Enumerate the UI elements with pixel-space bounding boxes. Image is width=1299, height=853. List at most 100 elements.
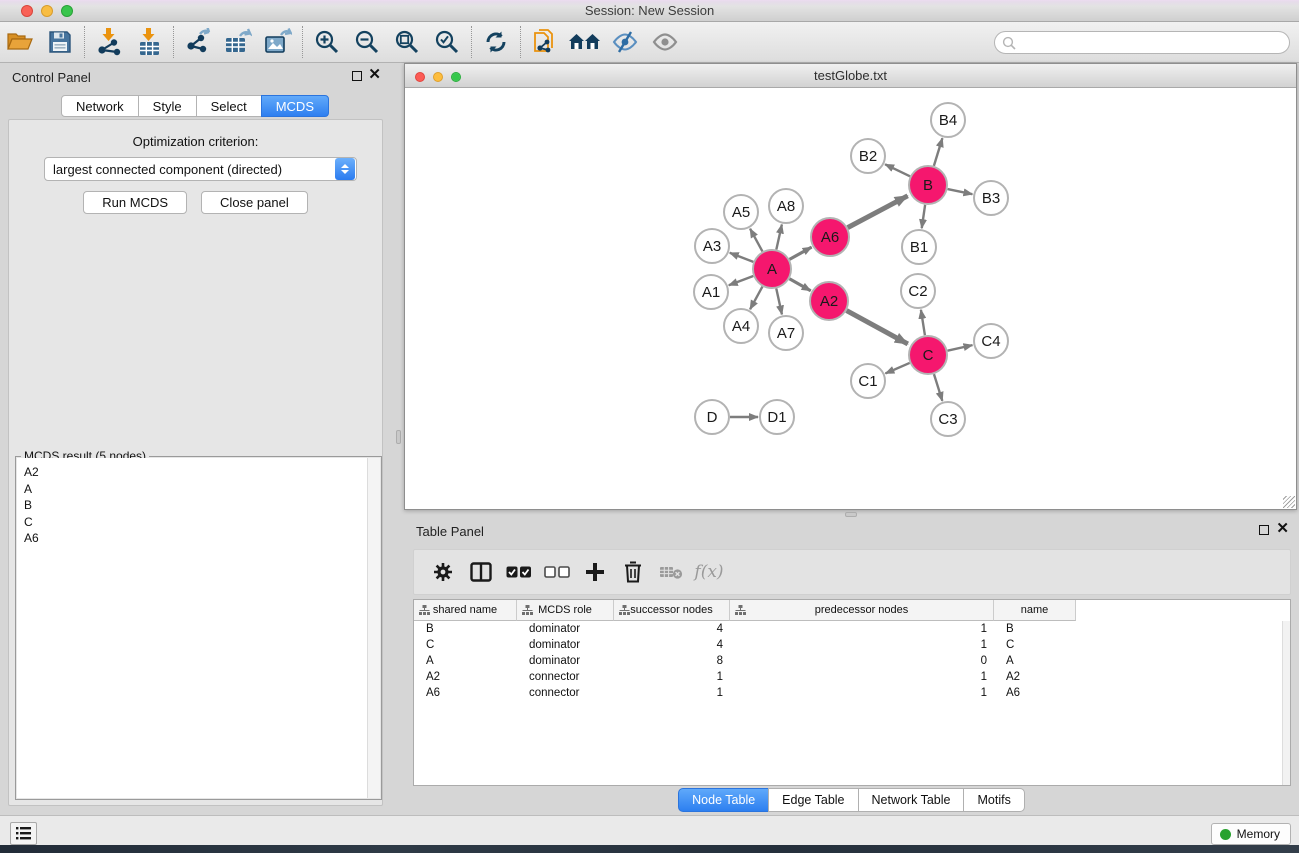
edge-C-C2[interactable]	[921, 310, 925, 335]
node-B3[interactable]: B3	[974, 181, 1008, 215]
node-A7[interactable]: A7	[769, 316, 803, 350]
node-C3[interactable]: C3	[931, 402, 965, 436]
delete-columns-icon[interactable]	[614, 553, 652, 591]
node-C2[interactable]: C2	[901, 274, 935, 308]
node-A[interactable]: A	[753, 250, 791, 288]
zoom-selected-icon[interactable]	[427, 24, 467, 60]
float-table-panel-icon[interactable]	[1259, 524, 1269, 537]
edge-A-A6[interactable]	[790, 247, 812, 259]
select-all-columns-icon[interactable]	[500, 553, 538, 591]
show-panel-icon[interactable]	[645, 24, 685, 60]
edge-A-A7[interactable]	[776, 289, 782, 315]
node-A4[interactable]: A4	[724, 309, 758, 343]
table-scrollbar[interactable]	[1282, 621, 1290, 785]
table-row[interactable]: Cdominator41C	[414, 637, 1290, 653]
result-item[interactable]: A6	[24, 530, 380, 547]
export-image-icon[interactable]	[258, 24, 298, 60]
node-B2[interactable]: B2	[851, 139, 885, 173]
column-header-name[interactable]: name	[994, 600, 1076, 621]
node-C[interactable]: C	[909, 336, 947, 374]
close-panel-icon[interactable]: ✕	[368, 68, 381, 81]
window-resize-grip[interactable]	[1283, 496, 1295, 508]
show-all-networks-icon[interactable]	[565, 24, 605, 60]
hide-panel-icon[interactable]	[605, 24, 645, 60]
result-item[interactable]: B	[24, 497, 380, 514]
table-row[interactable]: A6connector11A6	[414, 685, 1290, 701]
edge-A-A8[interactable]	[776, 225, 782, 250]
tab-network[interactable]: Network	[61, 95, 139, 117]
edge-A-A5[interactable]	[750, 229, 762, 252]
node-D1[interactable]: D1	[760, 400, 794, 434]
close-panel-button[interactable]: Close panel	[201, 191, 308, 214]
column-header-predecessor-nodes[interactable]: predecessor nodes	[730, 600, 994, 621]
add-column-icon[interactable]	[576, 553, 614, 591]
import-table-icon[interactable]	[129, 24, 169, 60]
result-scrollbar[interactable]	[367, 458, 380, 798]
vertical-split-handle[interactable]	[396, 430, 401, 444]
node-A3[interactable]: A3	[695, 229, 729, 263]
float-panel-icon[interactable]	[352, 70, 362, 83]
node-C1[interactable]: C1	[851, 364, 885, 398]
column-header-shared-name[interactable]: shared name	[414, 600, 517, 621]
edge-B-B3[interactable]	[948, 189, 973, 194]
criterion-dropdown[interactable]: largest connected component (directed)	[44, 157, 357, 181]
memory-button[interactable]: Memory	[1211, 823, 1291, 845]
edge-A6-B[interactable]	[848, 196, 908, 228]
horizontal-split-handle[interactable]	[845, 512, 857, 517]
zoom-fit-icon[interactable]	[387, 24, 427, 60]
table-row[interactable]: Bdominator41B	[414, 621, 1290, 637]
edge-C-C3[interactable]	[934, 374, 942, 401]
node-A8[interactable]: A8	[769, 189, 803, 223]
edge-B-B1[interactable]	[922, 205, 925, 228]
node-B1[interactable]: B1	[902, 230, 936, 264]
run-mcds-button[interactable]: Run MCDS	[83, 191, 187, 214]
node-A6[interactable]: A6	[811, 218, 849, 256]
node-D[interactable]: D	[695, 400, 729, 434]
edge-C-C4[interactable]	[948, 345, 973, 351]
delete-table-icon[interactable]	[652, 553, 690, 591]
edge-A-A3[interactable]	[730, 253, 754, 262]
search-field[interactable]	[1016, 36, 1289, 50]
edge-A-A4[interactable]	[750, 287, 762, 310]
tab-motifs[interactable]: Motifs	[963, 788, 1024, 812]
zoom-in-icon[interactable]	[307, 24, 347, 60]
close-table-panel-icon[interactable]: ✕	[1276, 522, 1289, 535]
mcds-result-list[interactable]: A2ABCA6	[17, 458, 380, 798]
task-history-button[interactable]	[10, 822, 37, 845]
unselect-all-columns-icon[interactable]	[538, 553, 576, 591]
search-input[interactable]	[994, 31, 1290, 54]
node-A2[interactable]: A2	[810, 282, 848, 320]
new-network-from-selection-icon[interactable]	[525, 24, 565, 60]
node-B[interactable]: B	[909, 166, 947, 204]
tab-style[interactable]: Style	[138, 95, 197, 117]
edge-B-B2[interactable]	[885, 164, 910, 176]
column-header-successor-nodes[interactable]: successor nodes	[614, 600, 730, 621]
tab-select[interactable]: Select	[196, 95, 262, 117]
edge-C-C1[interactable]	[885, 363, 909, 373]
result-item[interactable]: C	[24, 514, 380, 531]
table-row[interactable]: Adominator80A	[414, 653, 1290, 669]
refresh-icon[interactable]	[476, 24, 516, 60]
export-network-icon[interactable]	[178, 24, 218, 60]
tab-edge-table[interactable]: Edge Table	[768, 788, 858, 812]
edge-A2-C[interactable]	[847, 311, 908, 344]
tab-node-table[interactable]: Node Table	[678, 788, 769, 812]
network-window-titlebar[interactable]: testGlobe.txt	[405, 64, 1296, 88]
column-header-MCDS-role[interactable]: MCDS role	[517, 600, 614, 621]
node-A1[interactable]: A1	[694, 275, 728, 309]
edge-A-A2[interactable]	[789, 279, 810, 291]
save-session-icon[interactable]	[40, 24, 80, 60]
tab-network-table[interactable]: Network Table	[858, 788, 965, 812]
result-item[interactable]: A	[24, 481, 380, 498]
edge-B-B4[interactable]	[934, 138, 943, 166]
node-C4[interactable]: C4	[974, 324, 1008, 358]
table-row[interactable]: A2connector11A2	[414, 669, 1290, 685]
network-canvas[interactable]: B4B2BB3A5A8A6A3AB1A1A2C2A4A7C4CC1C3DD1	[405, 88, 1296, 509]
node-B4[interactable]: B4	[931, 103, 965, 137]
zoom-out-icon[interactable]	[347, 24, 387, 60]
result-item[interactable]: A2	[24, 464, 380, 481]
export-table-icon[interactable]	[218, 24, 258, 60]
table-settings-icon[interactable]	[424, 553, 462, 591]
show-columns-icon[interactable]	[462, 553, 500, 591]
tab-mcds[interactable]: MCDS	[261, 95, 329, 117]
